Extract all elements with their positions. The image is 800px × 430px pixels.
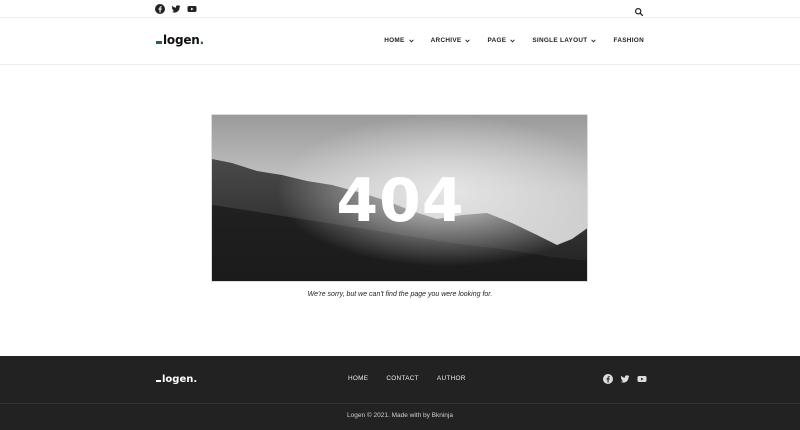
- footer-logo-text: logen: [162, 374, 194, 385]
- nav-item-label: FASHION: [613, 37, 644, 44]
- facebook-icon[interactable]: [155, 4, 165, 14]
- error-hero-image: 404: [211, 114, 588, 282]
- youtube-icon[interactable]: [187, 4, 197, 14]
- nav-item-page[interactable]: PAGE: [487, 37, 516, 44]
- footer-nav-author[interactable]: AUTHOR: [437, 375, 466, 382]
- footer-nav: HOME CONTACT AUTHOR: [348, 375, 466, 382]
- error-code: 404: [336, 166, 465, 236]
- nav-item-home[interactable]: HOME: [384, 37, 414, 44]
- footer-divider: [0, 403, 800, 404]
- nav-item-label: HOME: [384, 37, 405, 44]
- main-nav: HOME ARCHIVE PAGE SINGLE LAYOUT FASHION: [384, 37, 644, 44]
- footer-logo[interactable]: logen .: [156, 374, 197, 385]
- footer-nav-home[interactable]: HOME: [348, 375, 368, 382]
- footer-social-links: [603, 374, 647, 384]
- error-message: We're sorry, but we can't find the page …: [307, 291, 493, 298]
- site-footer: logen . HOME CONTACT AUTHOR Logen © 2021…: [0, 356, 800, 430]
- copyright-text: Logen © 2021. Made with by Bkninja: [347, 412, 453, 419]
- nav-item-label: PAGE: [487, 37, 507, 44]
- facebook-icon[interactable]: [603, 374, 613, 384]
- top-bar: [0, 0, 800, 18]
- top-social-links: [155, 4, 197, 14]
- nav-item-label: ARCHIVE: [430, 37, 462, 44]
- search-icon[interactable]: [634, 4, 644, 17]
- youtube-icon[interactable]: [637, 374, 647, 384]
- footer-nav-contact[interactable]: CONTACT: [386, 375, 419, 382]
- site-header: logen . HOME ARCHIVE PAGE SINGLE LAYOUT …: [0, 18, 800, 65]
- nav-item-archive[interactable]: ARCHIVE: [431, 37, 471, 44]
- nav-item-label: SINGLE LAYOUT: [532, 37, 588, 44]
- logo-dot: .: [199, 33, 205, 47]
- nav-item-fashion[interactable]: FASHION: [613, 37, 644, 44]
- logo-text: logen: [163, 33, 200, 47]
- chevron-down-icon: [465, 38, 471, 43]
- site-logo[interactable]: logen .: [156, 33, 204, 47]
- chevron-down-icon: [510, 38, 516, 43]
- logo-bar: [156, 41, 162, 44]
- nav-item-single-layout[interactable]: SINGLE LAYOUT: [532, 37, 597, 44]
- chevron-down-icon: [591, 38, 597, 43]
- twitter-icon[interactable]: [620, 374, 630, 384]
- logo-bar: [156, 380, 161, 382]
- twitter-icon[interactable]: [171, 4, 181, 14]
- chevron-down-icon: [408, 38, 414, 43]
- footer-logo-dot: .: [193, 374, 198, 385]
